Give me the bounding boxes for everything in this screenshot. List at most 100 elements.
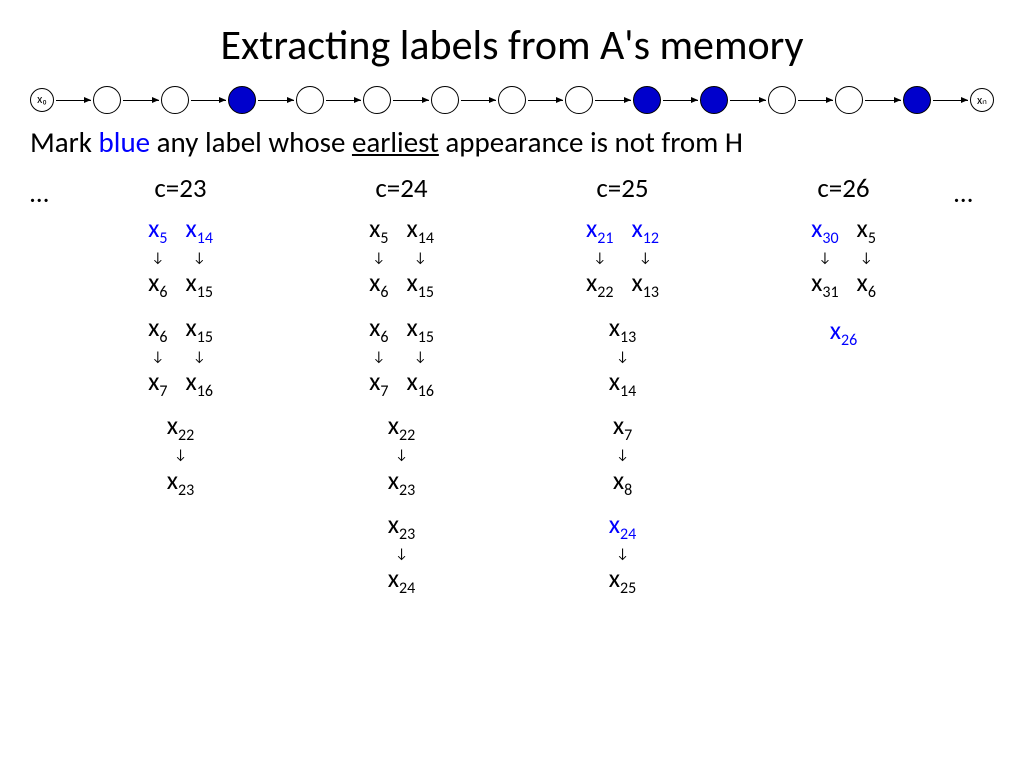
chain-node	[835, 86, 863, 114]
description: Mark blue any label whose earliest appea…	[30, 124, 994, 160]
chain-node: xₙ	[970, 88, 994, 112]
desc-suffix: appearance is not from H	[439, 124, 743, 160]
variable-label: x23	[167, 467, 194, 499]
pair-row: x5 ↓ x6 x14 ↓ x15	[148, 215, 213, 302]
variable-label: x6	[148, 269, 167, 301]
down-arrow-icon: ↓	[414, 348, 427, 366]
variable-label: x6	[148, 314, 167, 346]
down-arrow-icon: ↓	[151, 348, 164, 366]
variable-label: x15	[185, 269, 212, 301]
variable-label: x13	[632, 269, 659, 301]
down-arrow-icon: ↓	[593, 249, 606, 267]
down-arrow-icon: ↓	[616, 446, 629, 464]
chain-arrow-icon	[326, 100, 361, 101]
column-header: c=23	[154, 172, 206, 205]
chain-node-filled	[633, 86, 661, 114]
pair-row: x6↓x7x15↓x16	[369, 314, 434, 401]
var-stack: x14 ↓ x15	[185, 215, 212, 302]
column: c=24x5↓x6x14↓x15x6↓x7x15↓x16x22↓x23x23↓x…	[291, 172, 512, 609]
single-label: x26	[830, 314, 857, 349]
pair-row: x5↓x6 x14↓x15	[369, 215, 434, 302]
chain-arrow-icon	[798, 100, 833, 101]
var-stack: x24↓x25	[609, 511, 636, 598]
chain-arrow-icon	[56, 100, 91, 101]
variable-label: x7	[613, 412, 632, 444]
chain-arrow-icon	[393, 100, 428, 101]
variable-label: x22	[167, 412, 194, 444]
desc-prefix: Mark	[30, 124, 99, 160]
var-stack: x6 ↓ x7	[369, 314, 388, 401]
variable-label: x22	[586, 269, 613, 301]
chain-arrow-icon	[191, 100, 226, 101]
variable-label: x23	[388, 467, 415, 499]
variable-label: x24	[609, 511, 636, 543]
variable-label: x14	[406, 215, 433, 247]
node-chain: x₀xₙ	[30, 86, 994, 114]
down-arrow-icon: ↓	[151, 249, 164, 267]
chain-node-filled	[228, 86, 256, 114]
variable-label: x6	[369, 269, 388, 301]
single-stack: x13↓x14	[609, 314, 636, 401]
variable-label: x23	[388, 511, 415, 543]
column-header: c=25	[596, 172, 648, 205]
variable-label: x5	[857, 215, 876, 247]
variable-label: x8	[613, 467, 632, 499]
single-stack: x22↓x23	[167, 412, 194, 499]
var-stack: x6↓x7	[148, 314, 167, 401]
down-arrow-icon: ↓	[639, 249, 652, 267]
chain-node	[93, 86, 121, 114]
variable-label: x26	[830, 314, 857, 346]
variable-label: x5	[369, 215, 388, 247]
variable-label: x15	[406, 314, 433, 346]
variable-label: x15	[185, 314, 212, 346]
variable-label: x24	[388, 565, 415, 597]
down-arrow-icon: ↓	[395, 545, 408, 563]
var-stack: x5 ↓ x6	[148, 215, 167, 302]
column: c=23x5↓x6x14↓x15x6↓x7x15↓x16x22↓x23	[70, 172, 291, 609]
variable-label: x14	[609, 368, 636, 400]
down-arrow-icon: ↓	[193, 348, 206, 366]
column: c=25x21↓x22x12↓x13x13↓x14x7↓x8x24↓x25	[512, 172, 733, 609]
var-stack: x22↓x23	[388, 412, 415, 499]
var-stack: x5↓x6	[369, 215, 388, 302]
var-stack: x22↓x23	[167, 412, 194, 499]
variable-label: x6	[369, 314, 388, 346]
column: c=26 x30↓x31 x5 ↓ x6x26	[733, 172, 954, 609]
variable-label: x13	[609, 314, 636, 346]
chain-arrow-icon	[528, 100, 563, 101]
var-stack: x30↓x31	[811, 215, 838, 302]
chain-node	[768, 86, 796, 114]
page-title: Extracting labels from A's memory	[30, 20, 994, 71]
single-stack: x22↓x23	[388, 412, 415, 499]
variable-label: x16	[185, 368, 212, 400]
down-arrow-icon: ↓	[193, 249, 206, 267]
down-arrow-icon: ↓	[860, 249, 873, 267]
variable-label: x7	[369, 368, 388, 400]
single-stack: x23 ↓ x24	[388, 511, 415, 598]
columns-row: … c=23x5↓x6x14↓x15x6↓x7x15↓x16x22↓x23c=2…	[30, 172, 994, 609]
var-stack: x12↓x13	[632, 215, 659, 302]
chain-node	[161, 86, 189, 114]
variable-label: x15	[406, 269, 433, 301]
column-header: c=26	[817, 172, 869, 205]
desc-underline: earliest	[352, 124, 439, 160]
variable-label: x6	[857, 269, 876, 301]
variable-label: x31	[811, 269, 838, 301]
variable-label: x25	[609, 565, 636, 597]
single-stack: x24↓x25	[609, 511, 636, 598]
column-header: c=24	[375, 172, 427, 205]
chain-arrow-icon	[663, 100, 698, 101]
pair-row: x6↓x7x15↓x16	[148, 314, 213, 401]
variable-label: x30	[811, 215, 838, 247]
pair-row: x30↓x31 x5 ↓ x6	[811, 215, 876, 302]
chain-node-filled	[700, 86, 728, 114]
variable-label: x5	[148, 215, 167, 247]
var-stack: x14↓x15	[406, 215, 433, 302]
chain-node	[498, 86, 526, 114]
var-stack: x13↓x14	[609, 314, 636, 401]
down-arrow-icon: ↓	[395, 446, 408, 464]
chain-node-filled	[903, 86, 931, 114]
variable-label: x14	[185, 215, 212, 247]
down-arrow-icon: ↓	[372, 348, 385, 366]
chain-arrow-icon	[123, 100, 158, 101]
